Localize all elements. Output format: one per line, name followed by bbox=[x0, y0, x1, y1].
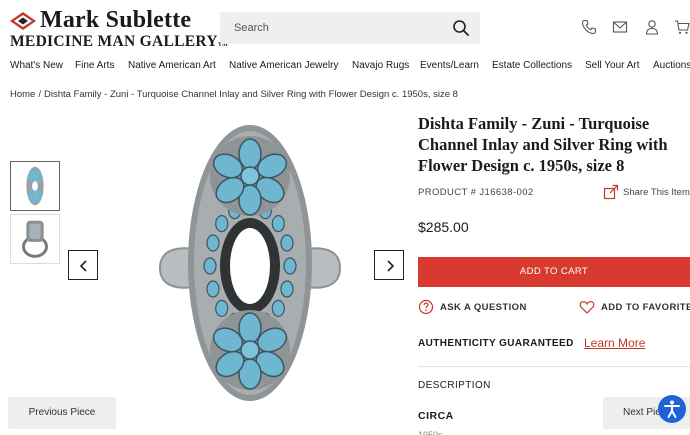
turquoise-bead bbox=[280, 280, 294, 298]
logo-name: Mark Sublette bbox=[40, 7, 192, 33]
turquoise-bead bbox=[215, 214, 229, 233]
authenticity-guaranteed: AUTHENTICITY GUARANTEED bbox=[418, 338, 574, 349]
turquoise-bead bbox=[271, 299, 285, 317]
nav-item-navajo-rugs[interactable]: Navajo Rugs bbox=[352, 60, 409, 71]
breadcrumb: Home / Dishta Family - Zuni - Turquoise Ch… bbox=[10, 89, 458, 100]
share-icon bbox=[603, 184, 619, 200]
chevron-left-icon bbox=[79, 260, 87, 272]
chevron-right-icon bbox=[387, 260, 395, 272]
gallery-logo[interactable]: Mark Sublette MEDICINE MAN GALLERYTM bbox=[10, 7, 228, 50]
nav-item-native-american-art[interactable]: Native American Art bbox=[128, 60, 216, 71]
breadcrumb-home[interactable]: Home bbox=[10, 89, 35, 100]
logo-diamond-icon bbox=[10, 12, 36, 30]
mail-icon[interactable] bbox=[612, 19, 628, 35]
nav-item-events-learn[interactable]: Events/Learn bbox=[420, 60, 479, 71]
nav-item-sell-your-art[interactable]: Sell Your Art bbox=[585, 60, 639, 71]
turquoise-bead bbox=[206, 280, 220, 298]
bottom-flower bbox=[210, 310, 290, 390]
top-flower bbox=[210, 136, 290, 216]
turquoise-bead bbox=[283, 257, 297, 275]
turquoise-bead bbox=[206, 234, 220, 252]
ask-question-label: ASK A QUESTION bbox=[440, 302, 527, 313]
thumbnail-front[interactable] bbox=[10, 161, 60, 211]
user-icon[interactable] bbox=[644, 19, 660, 35]
heart-icon bbox=[579, 301, 595, 314]
add-to-cart-button[interactable]: ADD TO CART bbox=[418, 257, 690, 287]
turquoise-bead bbox=[203, 257, 217, 275]
product-price: $285.00 bbox=[418, 219, 469, 235]
breadcrumb-current: Dishta Family - Zuni - Turquoise Channel… bbox=[43, 89, 458, 100]
search-bar bbox=[220, 12, 480, 44]
accessibility-icon bbox=[664, 400, 680, 418]
share-label: Share This Item bbox=[623, 187, 690, 198]
nav-item-auctions[interactable]: Auctions bbox=[653, 60, 690, 71]
previous-piece-button[interactable]: Previous Piece bbox=[8, 397, 116, 429]
product-image-ring bbox=[158, 125, 342, 401]
turquoise-bead bbox=[280, 234, 294, 252]
logo-subtitle: MEDICINE MAN GALLERYTM bbox=[10, 33, 229, 50]
next-image-button[interactable] bbox=[374, 250, 404, 280]
ring-side-thumbnail-image bbox=[11, 215, 59, 263]
nav-item-estate-collections[interactable]: Estate Collections bbox=[492, 60, 572, 71]
description-heading[interactable]: DESCRIPTION bbox=[418, 380, 491, 391]
nav-item-native-american-jewelry[interactable]: Native American Jewelry bbox=[229, 60, 338, 71]
breadcrumb-separator: / bbox=[38, 89, 41, 100]
phone-icon[interactable] bbox=[581, 19, 597, 35]
main-nav: What's New Fine Arts Native American Art… bbox=[0, 60, 690, 76]
ring-thumbnail-image bbox=[11, 162, 59, 210]
nav-item-whats-new[interactable]: What's New bbox=[10, 60, 63, 71]
accessibility-button[interactable] bbox=[658, 395, 686, 423]
circa-value: 1950s bbox=[418, 430, 443, 435]
search-icon[interactable] bbox=[452, 19, 470, 37]
cart-icon[interactable] bbox=[674, 19, 690, 35]
product-number: PRODUCT # J16638-002 bbox=[418, 187, 534, 198]
turquoise-bead bbox=[215, 299, 229, 317]
turquoise-bead bbox=[271, 214, 285, 233]
section-divider bbox=[418, 366, 690, 367]
product-title: Dishta Family - Zuni - Turquoise Channel… bbox=[418, 114, 668, 175]
nav-item-fine-arts[interactable]: Fine Arts bbox=[75, 60, 114, 71]
circa-heading: CIRCA bbox=[418, 410, 454, 422]
add-to-favorites-label: ADD TO FAVORITES bbox=[601, 302, 690, 313]
question-icon bbox=[418, 299, 434, 315]
previous-image-button[interactable] bbox=[68, 250, 98, 280]
thumbnail-side[interactable] bbox=[10, 214, 60, 264]
learn-more-link[interactable]: Learn More bbox=[584, 336, 645, 350]
search-input[interactable] bbox=[220, 12, 445, 44]
